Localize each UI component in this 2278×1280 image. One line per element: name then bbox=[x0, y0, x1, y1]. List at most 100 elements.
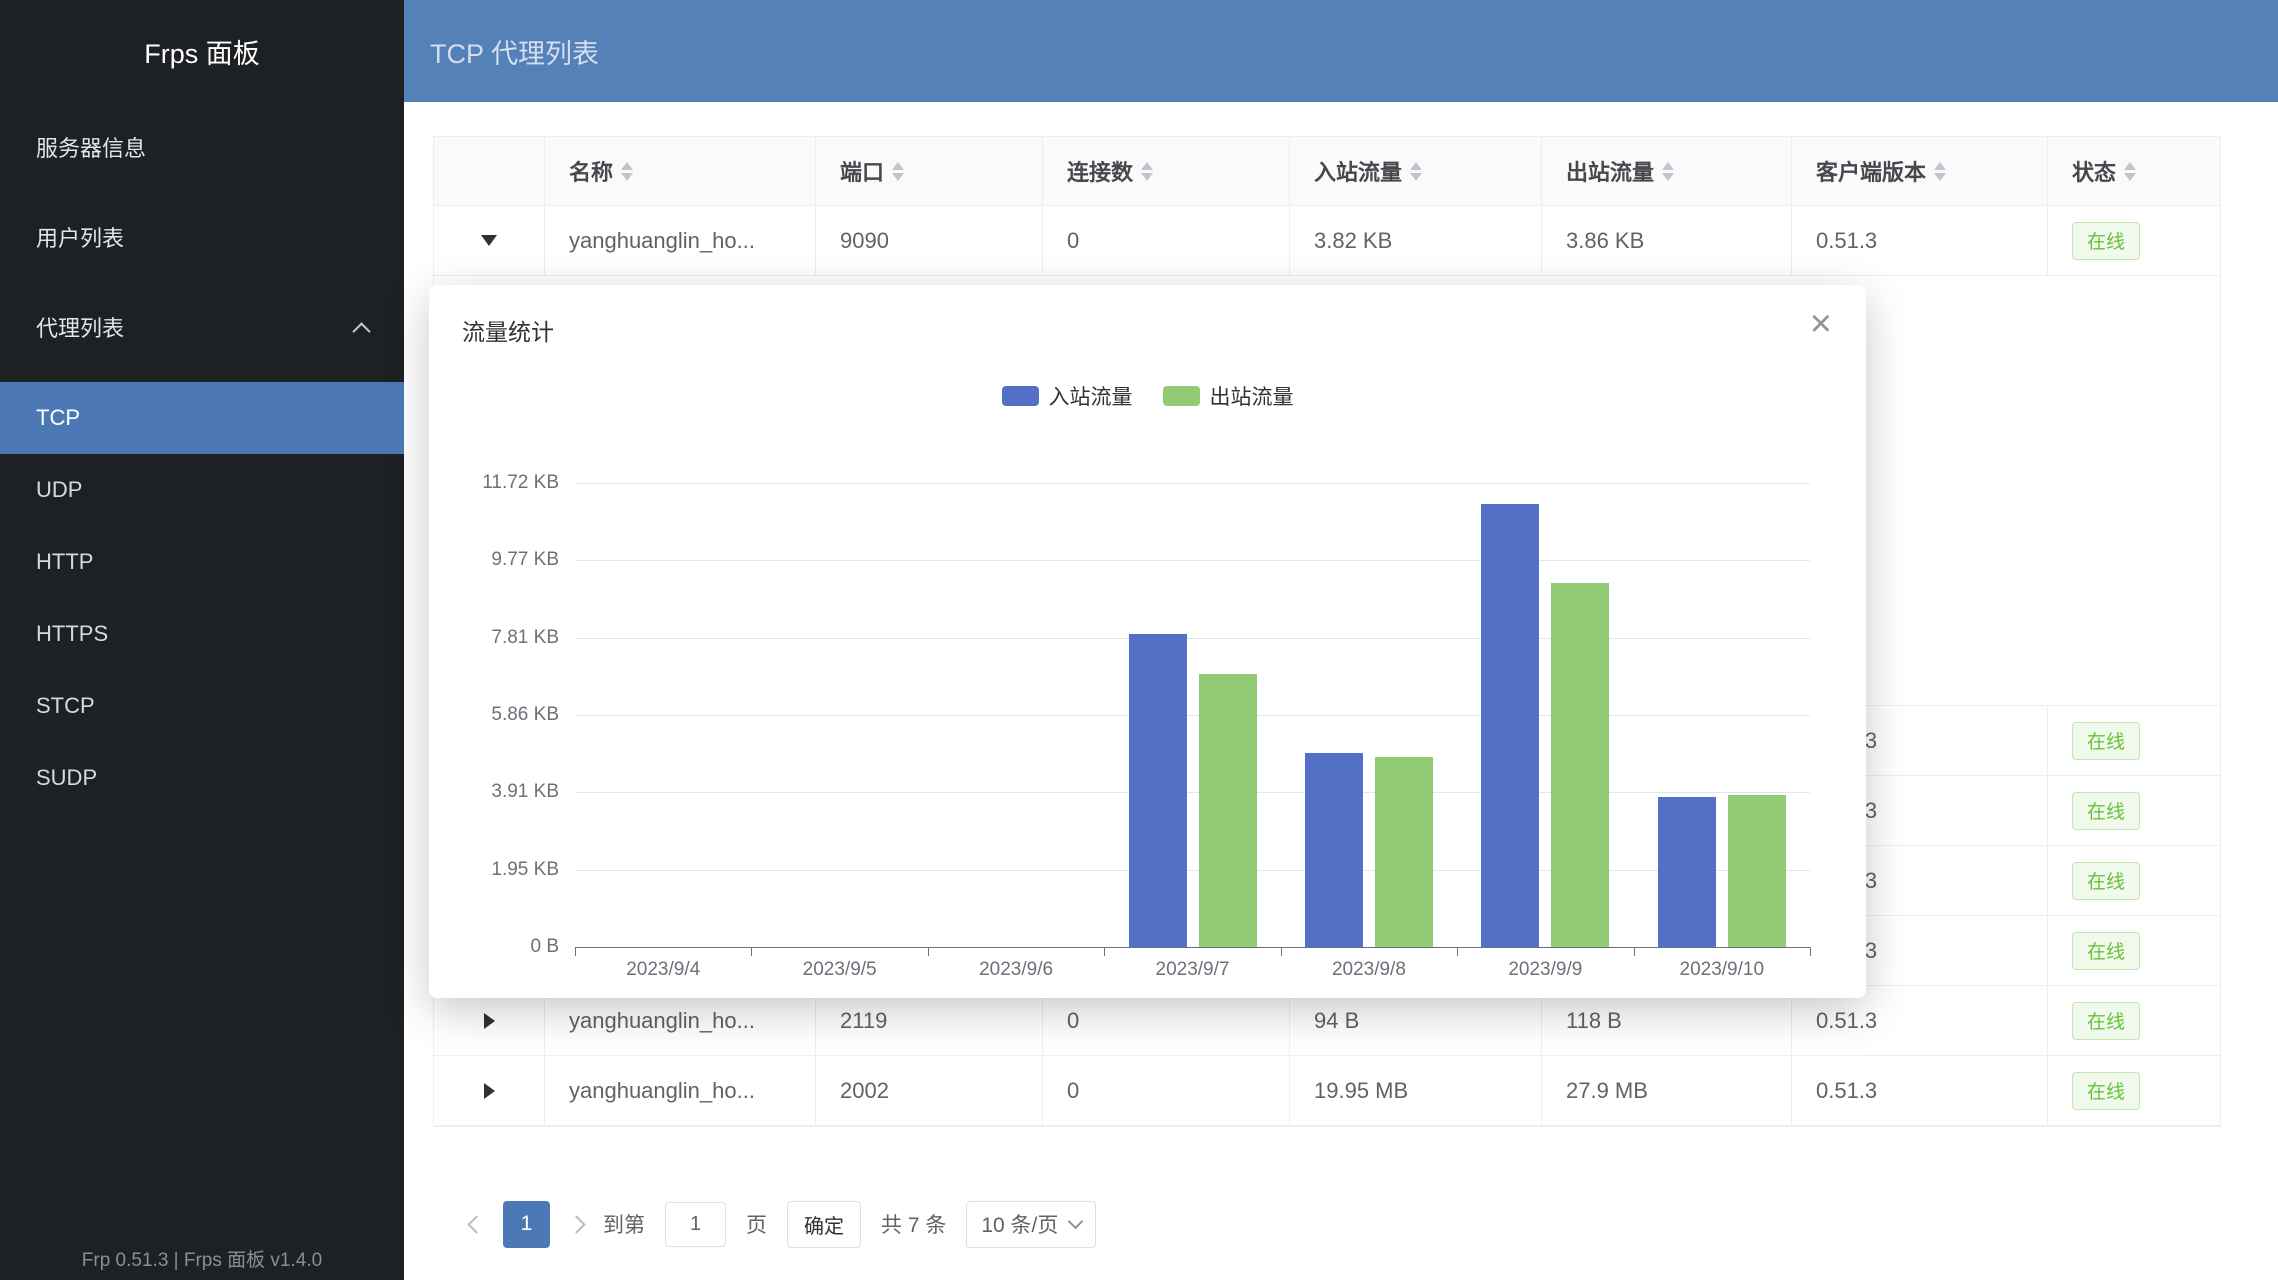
expand-cell[interactable] bbox=[434, 1056, 545, 1126]
axis-tick-icon bbox=[1810, 947, 1811, 956]
sidebar-item-代理列表[interactable]: 代理列表 bbox=[0, 282, 404, 372]
cell-status: 在线 bbox=[2048, 1056, 2220, 1126]
x-axis-label: 2023/9/6 bbox=[928, 959, 1104, 981]
sidebar-item-HTTP[interactable]: HTTP bbox=[0, 526, 404, 598]
status-badge: 在线 bbox=[2072, 1002, 2140, 1040]
y-axis-label: 0 B bbox=[419, 935, 559, 959]
column-header-label: 连接数 bbox=[1067, 155, 1133, 187]
page-size-select[interactable]: 10 条/页 bbox=[966, 1201, 1096, 1248]
y-axis-label: 1.95 KB bbox=[419, 858, 559, 882]
version-footer: Frp 0.51.3 | Frps 面板 v1.4.0 bbox=[0, 1245, 404, 1272]
column-header-label: 客户端版本 bbox=[1816, 155, 1926, 187]
bar-入站流量-2023/9/7[interactable] bbox=[1129, 634, 1187, 947]
column-header-5[interactable]: 出站流量 bbox=[1542, 137, 1792, 206]
sidebar-item-服务器信息[interactable]: 服务器信息 bbox=[0, 102, 404, 192]
sidebar-menu: 服务器信息用户列表代理列表 TCP UDP HTTP HTTPS STCP SUDP bbox=[0, 102, 404, 814]
sort-carets-icon[interactable] bbox=[1662, 162, 1674, 181]
y-axis-label: 9.77 KB bbox=[419, 548, 559, 572]
sort-asc-icon bbox=[1141, 162, 1153, 170]
status-badge: 在线 bbox=[2072, 222, 2140, 260]
bar-出站流量-2023/9/9[interactable] bbox=[1551, 583, 1609, 947]
chevron-down-icon bbox=[1068, 1213, 1084, 1229]
menu-item-label: HTTPS bbox=[36, 621, 108, 647]
sort-carets-icon[interactable] bbox=[2124, 162, 2136, 181]
page-unit-label: 页 bbox=[746, 1209, 767, 1239]
sort-desc-icon bbox=[1662, 173, 1674, 181]
expand-column-header bbox=[434, 137, 545, 206]
column-header-2[interactable]: 端口 bbox=[816, 137, 1043, 206]
cell-name: yanghuanglin_ho... bbox=[545, 206, 816, 276]
status-badge: 在线 bbox=[2072, 792, 2140, 830]
cell-text: 19.95 MB bbox=[1314, 1078, 1408, 1104]
cell-traffic-out: 3.86 KB bbox=[1542, 206, 1792, 276]
status-badge: 在线 bbox=[2072, 862, 2140, 900]
menu-item-label: STCP bbox=[36, 693, 95, 719]
pagination: 1 到第 页 确定 共 7 条 10 条/页 bbox=[470, 1200, 1096, 1248]
sidebar-item-UDP[interactable]: UDP bbox=[0, 454, 404, 526]
menu-item-label: 代理列表 bbox=[36, 311, 124, 343]
page-title: TCP 代理列表 bbox=[430, 32, 599, 71]
x-axis-label: 2023/9/5 bbox=[752, 959, 928, 981]
sort-carets-icon[interactable] bbox=[1141, 162, 1153, 181]
sort-carets-icon[interactable] bbox=[621, 162, 633, 181]
status-badge: 在线 bbox=[2072, 932, 2140, 970]
confirm-button[interactable]: 确定 bbox=[787, 1201, 861, 1248]
prev-page-icon[interactable] bbox=[467, 1215, 485, 1233]
bar-入站流量-2023/9/9[interactable] bbox=[1481, 504, 1539, 947]
y-axis-label: 11.72 KB bbox=[419, 471, 559, 495]
table-header-row: 名称端口连接数 入站流量 出站流量 客户端版本 状态 bbox=[434, 137, 2220, 206]
axis-tick-icon bbox=[1281, 947, 1282, 956]
column-header-label: 状态 bbox=[2072, 155, 2116, 187]
table-row: yanghuanglin_ho...909003.82 KB3.86 KB0.5… bbox=[434, 206, 2220, 276]
cell-text: 9090 bbox=[840, 228, 889, 254]
cell-text: 0.51.3 bbox=[1816, 228, 1877, 254]
status-badge: 在线 bbox=[2072, 1072, 2140, 1110]
column-header-6[interactable]: 客户端版本 bbox=[1792, 137, 2048, 206]
cell-text: 3.86 KB bbox=[1566, 228, 1644, 254]
page-input[interactable] bbox=[665, 1202, 726, 1247]
axis-tick-icon bbox=[928, 947, 929, 956]
sort-asc-icon bbox=[1410, 162, 1422, 170]
sidebar-item-STCP[interactable]: STCP bbox=[0, 670, 404, 742]
menu-item-label: 服务器信息 bbox=[36, 131, 146, 163]
column-header-3[interactable]: 连接数 bbox=[1043, 137, 1290, 206]
axis-tick-icon bbox=[1457, 947, 1458, 956]
column-header-label: 入站流量 bbox=[1314, 155, 1402, 187]
menu-item-label: UDP bbox=[36, 477, 82, 503]
bar-出站流量-2023/9/8[interactable] bbox=[1375, 757, 1433, 947]
cell-text: 0 bbox=[1067, 1008, 1079, 1034]
next-page-icon[interactable] bbox=[567, 1215, 585, 1233]
bar-出站流量-2023/9/10[interactable] bbox=[1728, 795, 1786, 947]
sort-asc-icon bbox=[2124, 162, 2136, 170]
cell-text: 2119 bbox=[840, 1008, 887, 1034]
column-header-label: 出站流量 bbox=[1566, 155, 1654, 187]
bar-入站流量-2023/9/10[interactable] bbox=[1658, 797, 1716, 947]
sort-carets-icon[interactable] bbox=[1410, 162, 1422, 181]
cell-connections: 0 bbox=[1043, 206, 1290, 276]
sidebar-item-TCP[interactable]: TCP bbox=[0, 382, 404, 454]
cell-connections: 0 bbox=[1043, 1056, 1290, 1126]
page-number-button[interactable]: 1 bbox=[503, 1201, 550, 1248]
sidebar-item-SUDP[interactable]: SUDP bbox=[0, 742, 404, 814]
column-header-7[interactable]: 状态 bbox=[2048, 137, 2220, 206]
sidebar-item-HTTPS[interactable]: HTTPS bbox=[0, 598, 404, 670]
sort-asc-icon bbox=[1662, 162, 1674, 170]
sort-carets-icon[interactable] bbox=[1934, 162, 1946, 181]
cell-traffic-in: 19.95 MB bbox=[1290, 1056, 1542, 1126]
sort-desc-icon bbox=[1141, 173, 1153, 181]
column-header-4[interactable]: 入站流量 bbox=[1290, 137, 1542, 206]
cell-traffic-out: 27.9 MB bbox=[1542, 1056, 1792, 1126]
sort-desc-icon bbox=[621, 173, 633, 181]
sort-carets-icon[interactable] bbox=[892, 162, 904, 181]
menu-item-label: HTTP bbox=[36, 549, 93, 575]
expand-row-icon bbox=[484, 1083, 495, 1099]
x-axis-label: 2023/9/10 bbox=[1634, 959, 1810, 981]
x-axis-label: 2023/9/4 bbox=[575, 959, 751, 981]
bar-出站流量-2023/9/7[interactable] bbox=[1199, 674, 1257, 947]
bar-入站流量-2023/9/8[interactable] bbox=[1305, 753, 1363, 947]
traffic-stats-modal: 流量统计 × 入站流量出站流量 0 B1.95 KB3.91 KB5.86 KB… bbox=[429, 285, 1866, 998]
sidebar-item-用户列表[interactable]: 用户列表 bbox=[0, 192, 404, 282]
menu-item-label: 用户列表 bbox=[36, 221, 124, 253]
expand-cell[interactable] bbox=[434, 206, 545, 276]
column-header-1[interactable]: 名称 bbox=[545, 137, 816, 206]
